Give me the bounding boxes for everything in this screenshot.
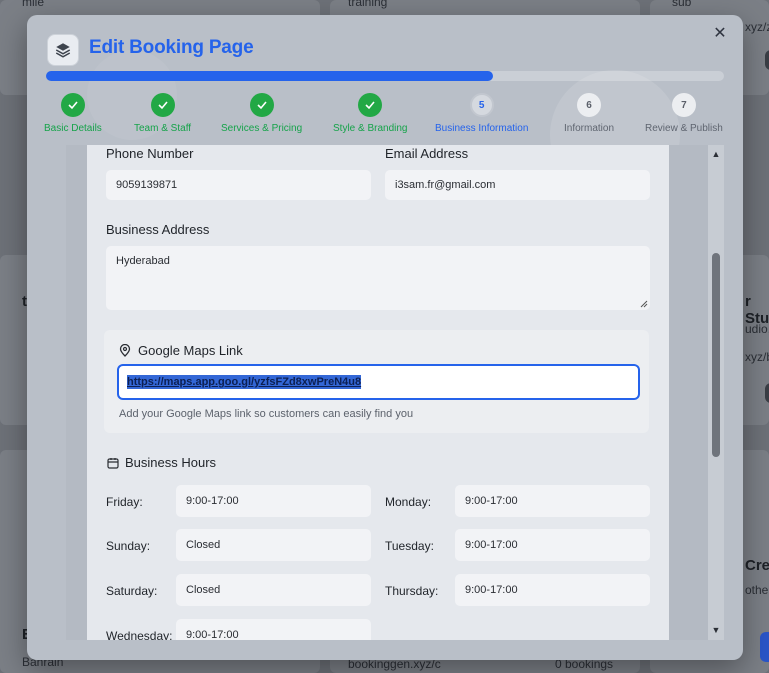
map-pin-icon (119, 344, 131, 357)
google-maps-section: Google Maps Link https://maps.app.goo.gl… (104, 330, 649, 433)
hours-day-label: Thursday: (385, 584, 439, 598)
edit-booking-modal: ✕ Edit Booking Page Basic Details Team &… (27, 15, 743, 660)
check-icon (60, 93, 85, 117)
maps-help-text: Add your Google Maps link so customers c… (119, 408, 414, 420)
address-textarea[interactable]: Hyderabad (106, 246, 650, 310)
bg-text: training (348, 0, 388, 9)
check-icon (150, 93, 175, 117)
step-services-pricing[interactable]: Services & Pricing (221, 93, 302, 134)
email-field[interactable]: i3sam.fr@gmail.com (385, 170, 650, 200)
maps-link-value: https://maps.app.goo.gl/yzfsFZd8xwPreN4u… (127, 375, 362, 389)
step-label: Business Information (435, 123, 529, 134)
maps-label: Google Maps Link (138, 343, 243, 358)
bg-text: udio, (745, 322, 769, 336)
step-team-staff[interactable]: Team & Staff (134, 93, 191, 134)
step-number: 5 (469, 93, 494, 117)
close-icon[interactable]: ✕ (711, 25, 729, 43)
step-label: Information (564, 123, 615, 134)
business-hours-title: Business Hours (125, 455, 217, 470)
business-info-form: Phone Number 9059139871 Email Address i3… (87, 145, 669, 640)
hours-field-friday[interactable]: 9:00-17:00 (176, 485, 371, 517)
step-information[interactable]: 6 Information (564, 93, 614, 134)
calendar-icon (107, 458, 119, 469)
hours-day-label: Sunday: (106, 539, 151, 553)
hours-day-label: Saturday: (106, 584, 158, 598)
hours-field-saturday[interactable]: Closed (176, 574, 371, 606)
step-number: 7 (671, 93, 696, 117)
bg-button (760, 632, 769, 662)
step-label: Team & Staff (134, 123, 192, 134)
bg-text: sub (672, 0, 692, 9)
step-label: Basic Details (44, 123, 102, 134)
bg-text: xyz/zo (745, 20, 769, 34)
step-label: Review & Publish (645, 123, 723, 134)
vertical-scrollbar[interactable]: ▲ ▼ (708, 145, 724, 640)
hours-day-label: Monday: (385, 495, 432, 509)
scroll-down-icon[interactable]: ▼ (711, 625, 721, 635)
step-review-publish[interactable]: 7 Review & Publish (645, 93, 723, 134)
bg-text: othe (745, 583, 769, 597)
hours-field-thursday[interactable]: 9:00-17:00 (455, 574, 650, 606)
bg-text: Cre (745, 557, 769, 574)
step-business-information[interactable]: 5 Business Information (435, 93, 528, 134)
bg-button (765, 383, 769, 403)
scrollbar-thumb[interactable] (712, 253, 720, 457)
maps-link-input[interactable]: https://maps.app.goo.gl/yzfsFZd8xwPreN4u… (117, 364, 640, 400)
check-icon (249, 93, 274, 117)
address-value: Hyderabad (116, 255, 170, 267)
phone-label: Phone Number (106, 146, 194, 161)
hours-field-sunday[interactable]: Closed (176, 529, 371, 561)
scroll-up-icon[interactable]: ▲ (711, 149, 721, 159)
progress-fill (46, 71, 494, 81)
step-label: Services & Pricing (221, 123, 303, 134)
step-basic-details[interactable]: Basic Details (44, 93, 102, 134)
check-icon (358, 93, 383, 117)
email-label: Email Address (385, 146, 469, 161)
bg-text: xyz/b (745, 350, 769, 364)
resize-handle-icon[interactable] (640, 300, 648, 308)
progress-bar (46, 71, 724, 81)
hours-day-label: Tuesday: (385, 539, 434, 553)
bg-button (765, 50, 769, 70)
hours-field-tuesday[interactable]: 9:00-17:00 (455, 529, 650, 561)
step-style-branding[interactable]: Style & Branding (333, 93, 408, 134)
step-label: Style & Branding (333, 123, 408, 134)
hours-field-monday[interactable]: 9:00-17:00 (455, 485, 650, 517)
hours-day-label: Friday: (106, 495, 143, 509)
hours-day-label: Wednesday: (106, 629, 173, 640)
form-scroll-area[interactable]: Phone Number 9059139871 Email Address i3… (66, 145, 724, 640)
step-number: 6 (577, 93, 602, 117)
hours-field-wednesday[interactable]: 9:00-17:00 (176, 619, 371, 640)
modal-title: Edit Booking Page (89, 37, 254, 58)
layers-icon (47, 34, 79, 66)
bg-text: mile (22, 0, 45, 9)
phone-field[interactable]: 9059139871 (106, 170, 371, 200)
address-label: Business Address (106, 222, 210, 237)
